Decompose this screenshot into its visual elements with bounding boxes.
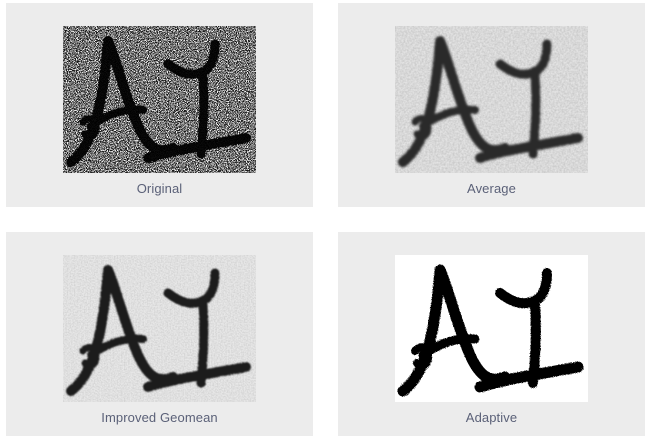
adaptive-image (395, 255, 588, 402)
image-card-improved-geomean: Improved Geomean (6, 232, 313, 436)
caption-average: Average (467, 181, 516, 196)
caption-improved-geomean: Improved Geomean (101, 410, 218, 425)
image-card-average: Average (338, 3, 645, 207)
improved-geomean-image (63, 255, 256, 402)
image-card-original: Original (6, 3, 313, 207)
average-image (395, 26, 588, 173)
image-card-adaptive: Adaptive (338, 232, 645, 436)
caption-adaptive: Adaptive (465, 410, 518, 425)
original-image (63, 26, 256, 173)
caption-original: Original (136, 181, 183, 196)
